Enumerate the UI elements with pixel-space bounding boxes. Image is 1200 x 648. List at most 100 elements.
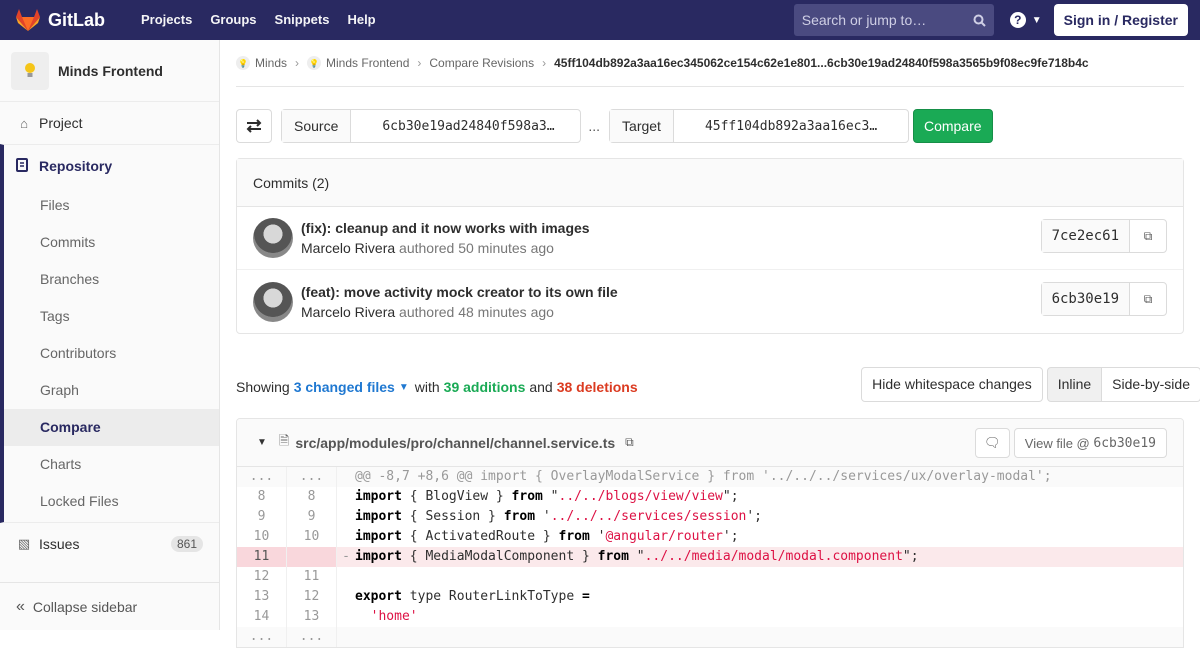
inline-view-button[interactable]: Inline	[1046, 367, 1103, 402]
code-token: import	[355, 489, 402, 504]
commit-title[interactable]: (fix): cleanup and it now works with ima…	[301, 220, 590, 236]
diff-hunk-header: ... ... @@ -8,7 +8,6 @@ import { Overlay…	[237, 467, 1183, 487]
breadcrumb: 💡 Minds › 💡 Minds Frontend › Compare Rev…	[236, 40, 1184, 87]
old-line-number[interactable]: 11	[237, 547, 287, 567]
sidebar-item-issues[interactable]: ▧ Issues 861	[0, 523, 219, 565]
sidebar-item-contributors[interactable]: Contributors	[4, 335, 219, 372]
old-line-number[interactable]: ...	[237, 627, 287, 647]
diff-marker	[337, 607, 355, 627]
chevron-right-icon: ›	[295, 56, 300, 70]
compare-form: Source 6cb30e19ad24840f598a3565b9f08ec9f…	[236, 98, 1184, 154]
author-avatar[interactable]	[253, 218, 293, 258]
commit-verb: authored	[399, 303, 455, 320]
project-name: Minds Frontend	[58, 62, 163, 79]
collapse-sidebar-label: Collapse sidebar	[32, 598, 138, 615]
with-label: with	[414, 379, 440, 395]
caret-down-icon[interactable]: ▼	[399, 382, 409, 393]
help-dropdown[interactable]: ? ▼	[1009, 12, 1042, 28]
new-line-number[interactable]: 9	[287, 507, 337, 527]
hunk-text: @@ -8,7 +8,6 @@ import { OverlayModalSer…	[355, 469, 1052, 484]
sidebar-item-locked-files[interactable]: Locked Files	[4, 483, 219, 522]
target-revision-field[interactable]: Target 45ff104db892a3aa16ec345062ce154c6…	[609, 109, 909, 143]
code-token: ";	[902, 549, 919, 564]
view-file-button[interactable]: View file @ 6cb30e19	[1013, 428, 1167, 458]
diff-line-removed: 11 - import { MediaModalComponent } from…	[237, 547, 1183, 567]
commit-author[interactable]: Marcelo Rivera	[301, 240, 395, 256]
compare-button[interactable]: Compare	[912, 109, 993, 143]
commit-sha[interactable]: 7ce2ec61	[1041, 220, 1130, 252]
source-revision-input[interactable]: 6cb30e19ad24840f598a3565b9f08ec9fe718b4c	[351, 119, 580, 134]
old-line-number[interactable]: 13	[237, 587, 287, 607]
code-token: { ActivatedRoute }	[401, 529, 559, 544]
diff-marker	[337, 507, 355, 527]
nav-snippets[interactable]: Snippets	[266, 0, 339, 40]
sidebar-item-project[interactable]: ⌂ Project	[0, 102, 219, 144]
breadcrumb-item[interactable]: Compare Revisions	[429, 56, 534, 70]
copy-icon[interactable]: ⧉	[1130, 283, 1166, 315]
sidebar-item-files[interactable]: Files	[4, 187, 219, 224]
copy-icon[interactable]: ⧉	[625, 435, 634, 450]
new-line-number[interactable]: 13	[287, 607, 337, 627]
group-avatar-icon: 💡	[236, 56, 250, 70]
old-line-number[interactable]: 8	[237, 487, 287, 507]
sidebar-item-compare[interactable]: Compare	[4, 409, 219, 446]
target-label: Target	[610, 110, 674, 142]
diff-marker: -	[342, 549, 350, 564]
breadcrumb-item[interactable]: 💡 Minds Frontend	[307, 56, 409, 70]
hide-whitespace-button[interactable]: Hide whitespace changes	[861, 367, 1043, 402]
old-line-number[interactable]: 9	[237, 507, 287, 527]
author-avatar[interactable]	[253, 281, 293, 322]
new-line-number[interactable]: ...	[287, 627, 337, 647]
commit-author[interactable]: Marcelo Rivera	[301, 304, 395, 320]
sidebar-item-tags[interactable]: Tags	[4, 298, 219, 335]
code-token: ";	[722, 489, 739, 504]
commit-title[interactable]: (feat): move activity mock creator to it…	[301, 284, 618, 300]
sidebar-item-charts[interactable]: Charts	[4, 446, 219, 483]
target-revision-input[interactable]: 45ff104db892a3aa16ec345062ce154c62e1e801	[674, 119, 908, 134]
nav-projects[interactable]: Projects	[132, 0, 201, 40]
home-icon: ⌂	[20, 115, 28, 131]
search-input[interactable]	[801, 12, 962, 28]
sidebar-item-branches[interactable]: Branches	[4, 261, 219, 298]
old-line-number[interactable]: ...	[237, 467, 287, 487]
code-token: ../../blogs/view/view	[558, 489, 723, 504]
nav-help[interactable]: Help	[338, 0, 384, 40]
new-line-number[interactable]: 11	[287, 567, 337, 587]
search-box[interactable]	[793, 4, 994, 36]
code-token: { MediaModalComponent }	[401, 549, 598, 564]
commit-sha[interactable]: 6cb30e19	[1041, 283, 1130, 315]
collapse-file-icon[interactable]: ▼	[257, 437, 267, 448]
chevron-right-icon: ›	[542, 56, 547, 70]
sidebar-project-header[interactable]: Minds Frontend	[0, 40, 219, 102]
changed-files-dropdown[interactable]: 3 changed files	[294, 379, 395, 395]
code-token: export	[355, 589, 402, 604]
new-line-number[interactable]	[287, 547, 337, 567]
comment-button[interactable]: 🗨	[974, 428, 1010, 458]
sidebar-item-commits[interactable]: Commits	[4, 224, 219, 261]
sidebar-item-graph[interactable]: Graph	[4, 372, 219, 409]
source-revision-field[interactable]: Source 6cb30e19ad24840f598a3565b9f08ec9f…	[281, 109, 582, 143]
breadcrumb-label: Minds Frontend	[326, 56, 410, 70]
sign-in-button[interactable]: Sign in / Register	[1053, 4, 1188, 36]
swap-revisions-button[interactable]	[236, 109, 272, 143]
main-content: 💡 Minds › 💡 Minds Frontend › Compare Rev…	[236, 40, 1200, 648]
breadcrumb-item[interactable]: 💡 Minds	[236, 56, 287, 70]
new-line-number[interactable]: 12	[287, 587, 337, 607]
file-path[interactable]: src/app/modules/pro/channel/channel.serv…	[295, 435, 615, 451]
new-line-number[interactable]: 10	[287, 527, 337, 547]
double-chevron-left-icon: «	[16, 597, 25, 615]
gitlab-home-link[interactable]: GitLab	[16, 0, 105, 40]
old-line-number[interactable]: 12	[237, 567, 287, 587]
new-line-number[interactable]: 8	[287, 487, 337, 507]
collapse-sidebar-button[interactable]: « Collapse sidebar	[0, 582, 219, 630]
diff-content: ... ... @@ -8,7 +8,6 @@ import { Overlay…	[237, 467, 1183, 647]
diff-marker	[337, 627, 355, 647]
copy-icon[interactable]: ⧉	[1130, 220, 1166, 252]
nav-groups[interactable]: Groups	[201, 0, 265, 40]
side-by-side-view-button[interactable]: Side-by-side	[1102, 367, 1200, 402]
new-line-number[interactable]: ...	[287, 467, 337, 487]
sidebar-item-repository[interactable]: Repository	[4, 145, 219, 187]
old-line-number[interactable]: 10	[237, 527, 287, 547]
old-line-number[interactable]: 14	[237, 607, 287, 627]
commits-header: Commits (2)	[237, 159, 1183, 207]
